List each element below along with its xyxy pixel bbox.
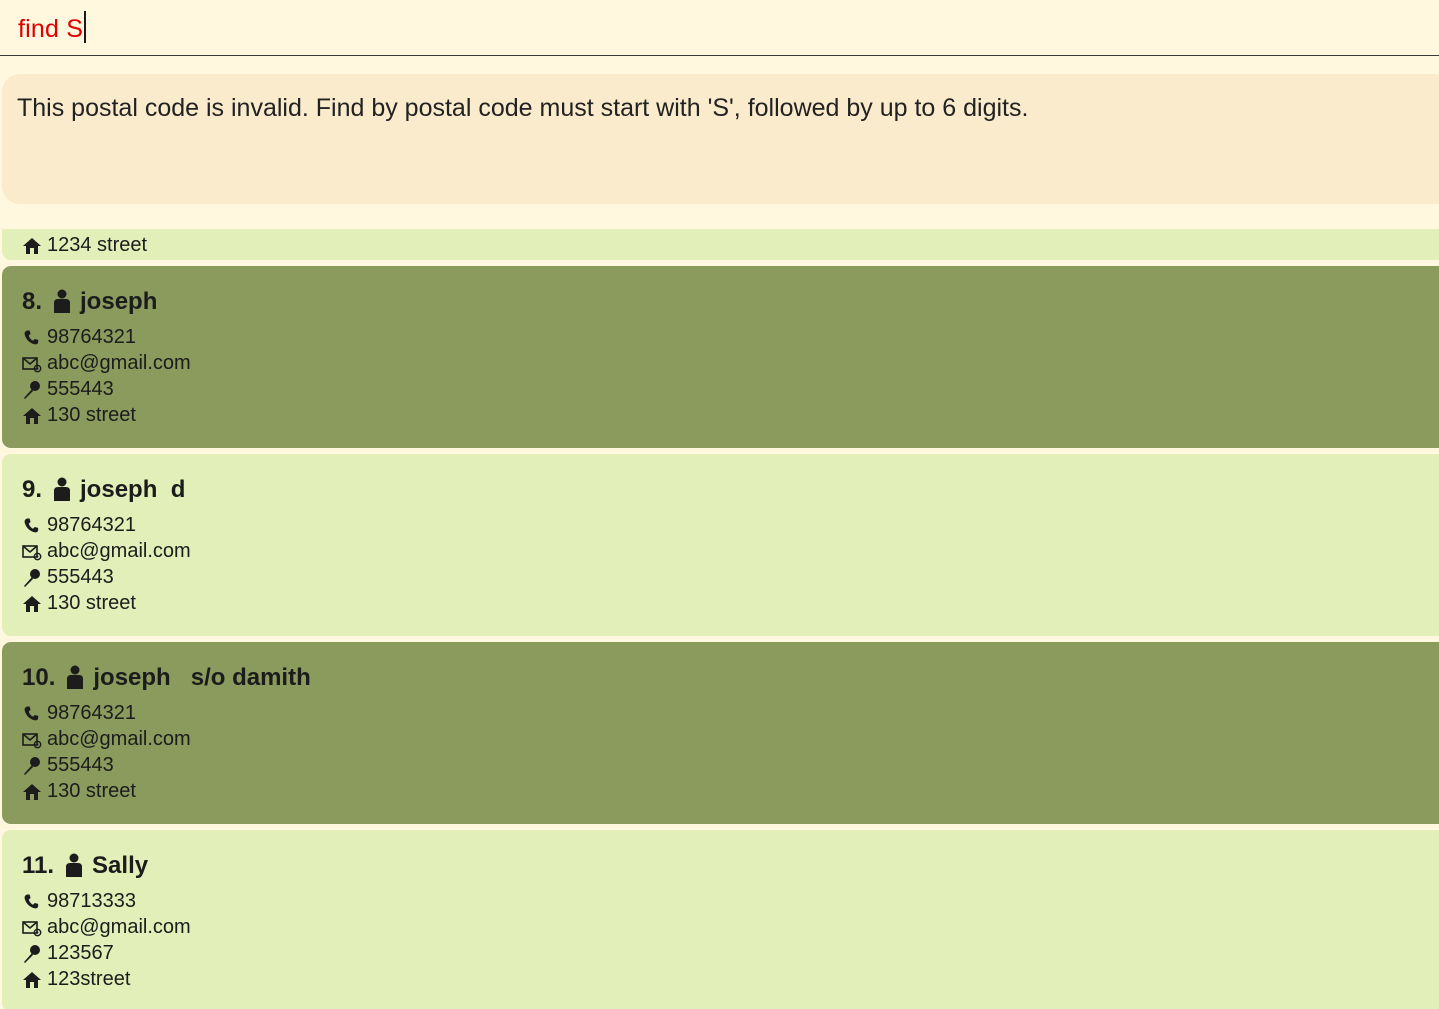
postal-field: 123567 [22,942,114,965]
person-name: joseph d [80,476,186,503]
postal-field: 555443 [22,754,114,777]
person-index: 10. [22,664,56,691]
person-list[interactable]: 1234 street 8. joseph 98764321 abc@gmail… [0,229,1439,1009]
email-value: abc@gmail.com [47,352,191,374]
result-display: This postal code is invalid. Find by pos… [2,74,1439,204]
phone-field: 98764321 [22,514,136,537]
person-card[interactable]: 9. joseph d 98764321 abc@gmail.com 55544… [2,454,1439,636]
person-index: 9. [22,476,43,503]
person-card-header: 10. joseph s/o damith [22,664,311,692]
address-field: 130 street [22,404,136,427]
phone-value: 98713333 [47,890,136,912]
email-value: abc@gmail.com [47,916,191,938]
pin-icon [24,568,40,587]
address-value: 130 street [47,780,136,802]
person-icon [54,477,71,501]
home-icon [23,237,41,254]
phone-value: 98764321 [47,514,136,536]
email-field: abc@gmail.com [22,352,191,375]
home-icon [23,783,41,800]
postal-value: 555443 [47,378,114,400]
postal-value: 123567 [47,942,114,964]
address-book-window: find S This postal code is invalid. Find… [0,0,1439,1009]
person-card-header: 9. joseph d [22,476,185,504]
postal-field: 555443 [22,566,114,589]
person-name: Sally [92,852,149,879]
phone-icon [24,518,39,532]
postal-value: 555443 [47,566,114,588]
phone-icon [24,706,39,720]
email-field: abc@gmail.com [22,728,191,751]
phone-value: 98764321 [47,702,136,724]
address-value: 1234 street [47,234,148,256]
email-value: abc@gmail.com [47,728,191,750]
home-icon [23,595,41,612]
command-input-text: find S [18,15,84,43]
phone-field: 98764321 [22,326,136,349]
result-message: This postal code is invalid. Find by pos… [17,94,1029,122]
person-card[interactable]: 8. joseph 98764321 abc@gmail.com 555443 … [2,266,1439,448]
person-icon [67,665,84,689]
phone-field: 98713333 [22,890,136,913]
pin-icon [24,944,40,963]
phone-value: 98764321 [47,326,136,348]
email-field: abc@gmail.com [22,916,191,939]
address-value: 123street [47,968,131,990]
home-icon [23,407,41,424]
person-card-partial[interactable]: 1234 street [2,229,1439,260]
text-caret [84,11,87,43]
person-card[interactable]: 11. Sally 98713333 abc@gmail.com 123567 … [2,830,1439,1009]
pin-icon [24,380,40,399]
address-field: 123street [22,968,130,991]
person-name: joseph s/o damith [93,664,311,691]
address-field: 1234 street [22,234,147,257]
person-card-header: 11. Sally [22,852,148,880]
postal-value: 555443 [47,754,114,776]
pin-icon [24,756,40,775]
email-icon [22,920,42,936]
email-value: abc@gmail.com [47,540,191,562]
address-value: 130 street [47,404,136,426]
person-icon [66,853,83,877]
phone-field: 98764321 [22,702,136,725]
command-input[interactable]: find S [18,11,87,44]
person-card[interactable]: 10. joseph s/o damith 98764321 abc@gmail… [2,642,1439,824]
address-field: 130 street [22,780,136,803]
address-value: 130 street [47,592,136,614]
home-icon [23,971,41,988]
email-field: abc@gmail.com [22,540,191,563]
person-icon [54,289,71,313]
person-index: 11. [22,852,55,879]
email-icon [22,732,42,748]
person-card-header: 8. joseph [22,288,157,316]
email-icon [22,544,42,560]
postal-field: 555443 [22,378,114,401]
command-box[interactable]: find S [0,0,1439,56]
person-name: joseph [80,288,158,315]
phone-icon [24,330,39,344]
address-field: 130 street [22,592,136,615]
person-index: 8. [22,288,43,315]
email-icon [22,356,42,372]
phone-icon [24,894,39,908]
